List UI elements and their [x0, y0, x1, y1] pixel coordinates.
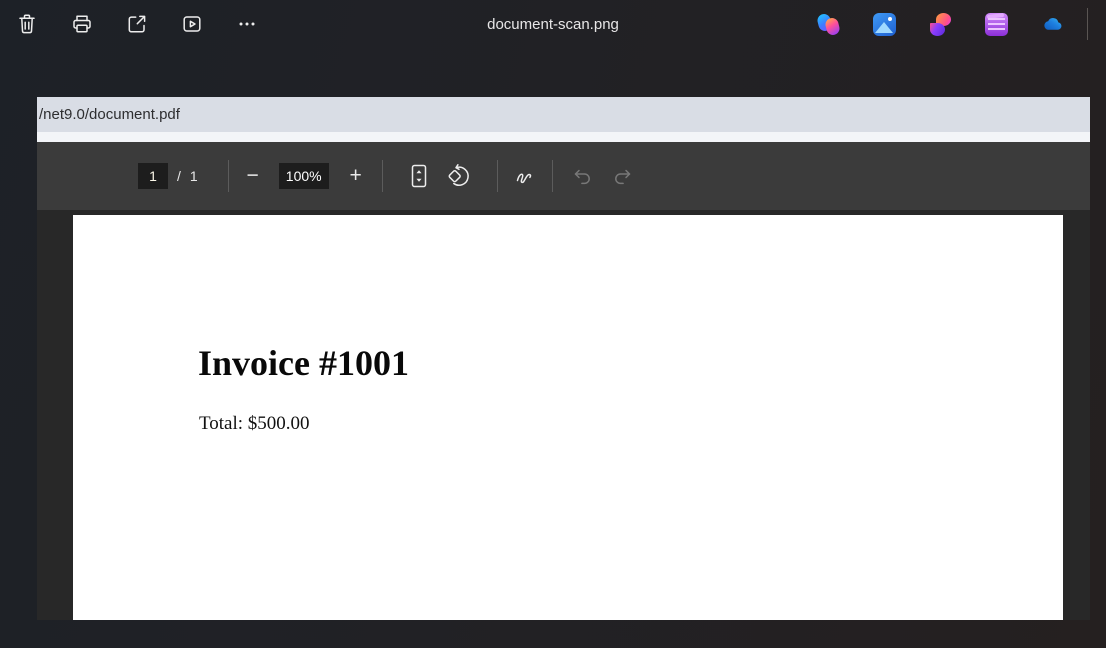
rotate-icon — [446, 163, 472, 189]
designer-button[interactable] — [929, 13, 952, 36]
zoom-level-display[interactable]: 100% — [279, 163, 329, 189]
titlebar-divider — [1087, 8, 1088, 40]
onedrive-button[interactable] — [1041, 13, 1064, 36]
page-number-input[interactable]: 1 — [138, 163, 168, 189]
clipchamp-button[interactable] — [985, 13, 1008, 36]
toolbar-divider — [497, 160, 498, 192]
redo-button[interactable] — [610, 163, 636, 189]
pdf-content-area[interactable]: Invoice #1001 Total: $500.00 — [37, 210, 1090, 620]
redo-icon — [611, 164, 635, 188]
edit-image-button[interactable] — [873, 13, 896, 36]
invoice-heading: Invoice #1001 — [198, 342, 409, 384]
edit-image-icon — [875, 22, 893, 33]
pdf-viewer-window: /net9.0/document.pdf 1 / 1 − 100% + — [37, 97, 1090, 620]
pdf-loading-strip — [37, 132, 1090, 142]
pdf-toolbar: 1 / 1 − 100% + — [37, 142, 1090, 210]
fit-to-page-icon — [409, 163, 429, 189]
toolbar-divider — [382, 160, 383, 192]
copilot-button[interactable] — [817, 13, 840, 36]
draw-button[interactable] — [512, 163, 538, 189]
draw-squiggle-icon — [512, 163, 538, 189]
zoom-out-button[interactable]: − — [239, 162, 267, 190]
zoom-in-button[interactable]: + — [342, 162, 370, 190]
rotate-button[interactable] — [446, 163, 472, 189]
undo-button[interactable] — [569, 163, 595, 189]
page-total: 1 — [190, 168, 198, 184]
pdf-page: Invoice #1001 Total: $500.00 — [73, 215, 1063, 620]
page-separator: / — [177, 168, 181, 184]
pdf-address-bar[interactable]: /net9.0/document.pdf — [37, 97, 1090, 132]
onedrive-cloud-icon — [1041, 13, 1064, 36]
titlebar-right-actions — [817, 13, 1064, 36]
fit-to-page-button[interactable] — [406, 163, 432, 189]
toolbar-divider — [228, 160, 229, 192]
toolbar-divider — [552, 160, 553, 192]
titlebar: document-scan.png — [0, 0, 1106, 48]
pdf-address-text: /net9.0/document.pdf — [39, 106, 180, 123]
undo-icon — [570, 164, 594, 188]
invoice-total-line: Total: $500.00 — [199, 413, 310, 435]
